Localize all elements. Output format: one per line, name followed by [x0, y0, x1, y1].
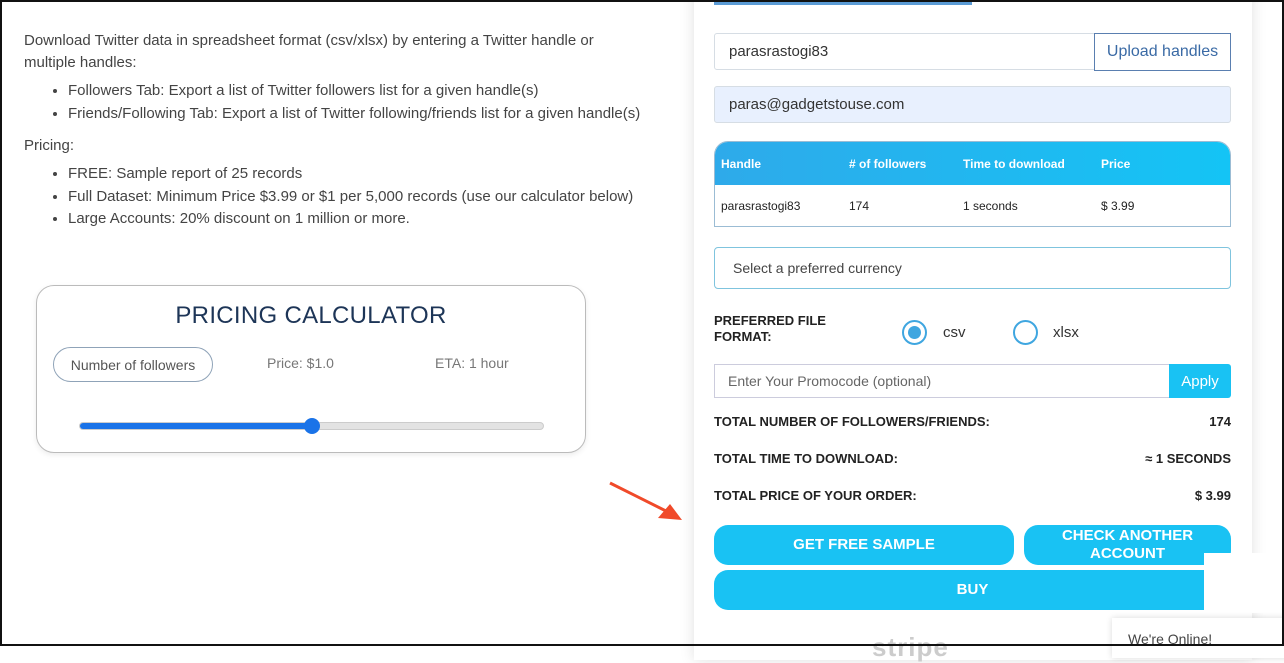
- table-header: Handle # of followers Time to download P…: [715, 142, 1230, 185]
- cell-price: $ 3.99: [1101, 199, 1135, 213]
- feature-list: Followers Tab: Export a list of Twitter …: [68, 80, 664, 125]
- get-free-sample-button[interactable]: GET FREE SAMPLE: [714, 525, 1014, 565]
- total-label: TOTAL NUMBER OF FOLLOWERS/FRIENDS:: [714, 414, 990, 429]
- feature-item: Friends/Following Tab: Export a list of …: [68, 103, 664, 126]
- slider-thumb[interactable]: [303, 418, 320, 434]
- total-label: TOTAL PRICE OF YOUR ORDER:: [714, 488, 917, 503]
- stripe-logo: stripe: [872, 632, 949, 662]
- apply-button[interactable]: Apply: [1169, 364, 1231, 398]
- red-arrow-icon: [609, 481, 682, 520]
- pricing-item: Full Dataset: Minimum Price $3.99 or $1 …: [68, 186, 664, 209]
- cell-time: 1 seconds: [963, 199, 1018, 213]
- file-format-label: PREFERRED FILE FORMAT:: [714, 313, 826, 344]
- total-label: TOTAL TIME TO DOWNLOAD:: [714, 451, 898, 466]
- total-value: 174: [1209, 414, 1231, 429]
- xlsx-label: xlsx: [1053, 324, 1079, 341]
- total-followers: TOTAL NUMBER OF FOLLOWERS/FRIENDS: 174: [714, 414, 1231, 429]
- results-table: Handle # of followers Time to download P…: [714, 141, 1231, 227]
- followers-slider[interactable]: [79, 418, 544, 434]
- promocode-input[interactable]: Enter Your Promocode (optional): [714, 364, 1170, 398]
- check-another-account-button[interactable]: CHECK ANOTHER ACCOUNT: [1024, 525, 1231, 565]
- handle-input[interactable]: parasrastogi83: [714, 33, 1096, 70]
- xlsx-radio[interactable]: [1013, 320, 1038, 345]
- buy-button[interactable]: BUY: [714, 570, 1231, 610]
- header-handle: Handle: [721, 156, 762, 171]
- email-input[interactable]: paras@gadgetstouse.com: [714, 86, 1231, 123]
- number-of-followers-button[interactable]: Number of followers: [53, 347, 213, 382]
- calculator-eta: ETA: 1 hour: [435, 355, 509, 371]
- pricing-item: Large Accounts: 20% discount on 1 millio…: [68, 208, 664, 231]
- pricing-item: FREE: Sample report of 25 records: [68, 163, 664, 186]
- csv-radio[interactable]: [902, 320, 927, 345]
- table-row: parasrastogi83 174 1 seconds $ 3.99: [715, 185, 1230, 226]
- header-time: Time to download: [963, 156, 1065, 171]
- total-price: TOTAL PRICE OF YOUR ORDER: $ 3.99: [714, 488, 1231, 503]
- csv-label: csv: [943, 324, 966, 341]
- description: Download Twitter data in spreadsheet for…: [24, 30, 664, 241]
- total-time: TOTAL TIME TO DOWNLOAD: ≈ 1 SECONDS: [714, 451, 1231, 466]
- header-followers: # of followers: [849, 156, 927, 171]
- header-price: Price: [1101, 156, 1131, 171]
- feature-item: Followers Tab: Export a list of Twitter …: [68, 80, 664, 103]
- currency-select[interactable]: Select a preferred currency: [714, 247, 1231, 289]
- total-value: ≈ 1 SECONDS: [1145, 451, 1231, 466]
- pricing-label: Pricing:: [24, 137, 75, 154]
- intro-text: Download Twitter data in spreadsheet for…: [24, 32, 594, 71]
- calculator-price: Price: $1.0: [267, 355, 334, 371]
- pricing-calculator: PRICING CALCULATOR Number of followers P…: [36, 285, 586, 453]
- active-tab-indicator: [714, 0, 972, 5]
- cell-followers: 174: [849, 199, 870, 213]
- upload-handles-button[interactable]: Upload handles: [1094, 33, 1231, 71]
- slider-fill: [80, 423, 312, 429]
- cell-handle: parasrastogi83: [721, 199, 801, 213]
- chat-widget[interactable]: We're Online!: [1112, 618, 1284, 658]
- calculator-title: PRICING CALCULATOR: [175, 302, 447, 329]
- total-value: $ 3.99: [1194, 488, 1231, 503]
- pricing-list: FREE: Sample report of 25 records Full D…: [68, 163, 664, 231]
- chat-widget-backdrop: [1204, 553, 1284, 613]
